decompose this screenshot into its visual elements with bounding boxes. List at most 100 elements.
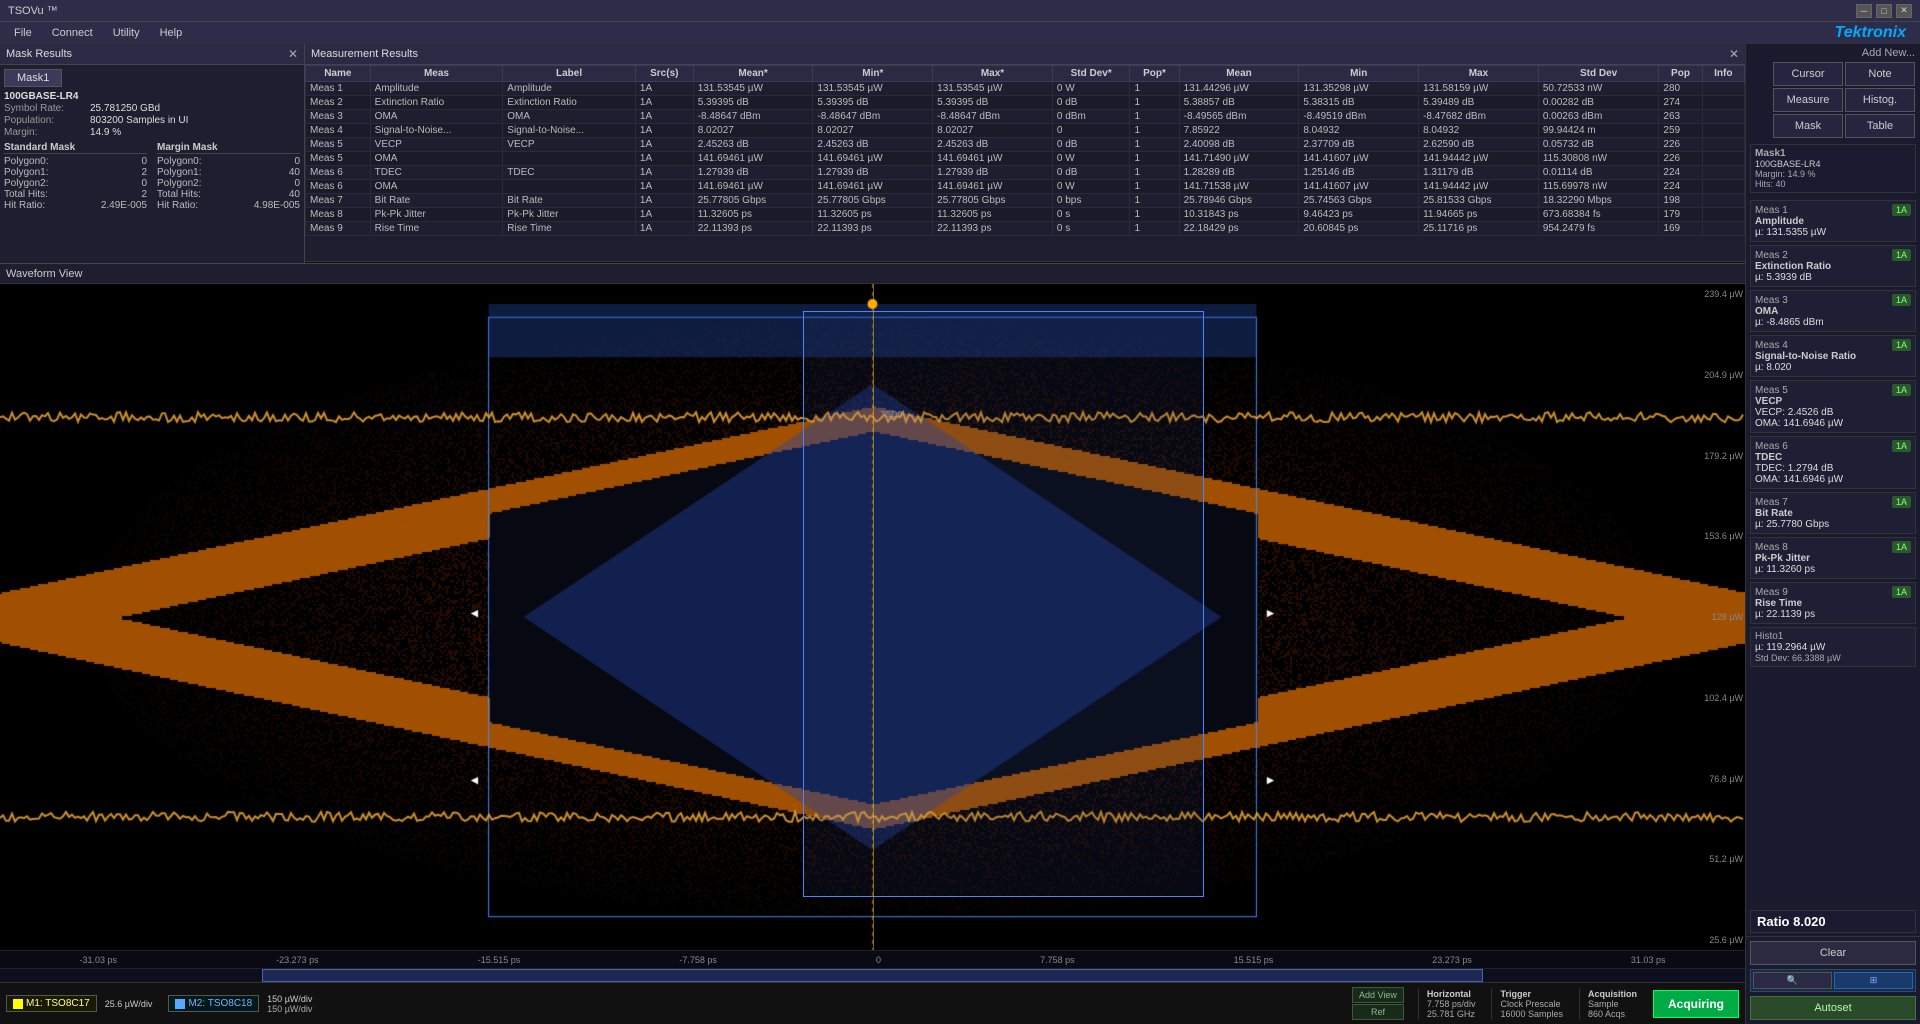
measurement-results-close[interactable]: ✕ bbox=[1729, 47, 1739, 61]
minimize-button[interactable]: ─ bbox=[1856, 4, 1872, 18]
histo-card[interactable]: Histo1 µ: 119.2964 µW Std Dev: 66.3388 µ… bbox=[1750, 627, 1916, 667]
maximize-button[interactable]: □ bbox=[1876, 4, 1892, 18]
table-cell-0-11: 131.58159 µW bbox=[1419, 82, 1539, 96]
symbol-rate-value: 25.781250 GBd bbox=[90, 103, 160, 114]
meas-card-id-0: Meas 1 bbox=[1755, 205, 1788, 216]
meas-card-id-1: Meas 2 bbox=[1755, 250, 1788, 261]
table-cell-10-4: 22.11393 ps bbox=[693, 222, 813, 236]
table-cell-9-2: Pk-Pk Jitter bbox=[503, 208, 636, 222]
table-cell-2-12: 0.00263 dBm bbox=[1538, 110, 1659, 124]
table-cell-1-5: 5.39395 dB bbox=[813, 96, 933, 110]
table-cell-9-10: 9.46423 ps bbox=[1299, 208, 1419, 222]
poly2-val-std: 0 bbox=[141, 178, 147, 189]
table-button[interactable]: Table bbox=[1845, 114, 1915, 138]
ch2-color-indicator bbox=[175, 999, 185, 1009]
zoom-btn-1[interactable]: 🔍 bbox=[1753, 972, 1832, 989]
col-name: Name bbox=[306, 66, 371, 82]
table-cell-7-0: Meas 6 bbox=[306, 180, 371, 194]
table-cell-10-2: Rise Time bbox=[503, 222, 636, 236]
table-cell-2-1: OMA bbox=[370, 110, 503, 124]
meas-card-0[interactable]: Meas 11AAmplitudeµ: 131.5355 µW bbox=[1750, 200, 1916, 242]
meas-card-5[interactable]: Meas 61ATDECTDEC: 1.2794 dB OMA: 141.694… bbox=[1750, 436, 1916, 489]
overview-bar[interactable] bbox=[0, 968, 1745, 982]
acquisition-title: Acquisition bbox=[1588, 989, 1637, 999]
histog-button[interactable]: Histog. bbox=[1845, 88, 1915, 112]
population-value: 803200 Samples in UI bbox=[90, 115, 188, 126]
col-min: Min bbox=[1299, 66, 1419, 82]
meas-value-8: µ: 22.1139 ps bbox=[1755, 609, 1911, 620]
ref-button[interactable]: Ref bbox=[1352, 1004, 1404, 1020]
table-cell-3-9: 7.85922 bbox=[1179, 124, 1299, 138]
meas-card-6[interactable]: Meas 71ABit Rateµ: 25.7780 Gbps bbox=[1750, 492, 1916, 534]
channel-2-chip[interactable]: M2: TSO8C18 bbox=[168, 995, 259, 1012]
table-row[interactable]: Meas 8Pk-Pk JitterPk-Pk Jitter1A11.32605… bbox=[306, 208, 1745, 222]
meas-badge-7: 1A bbox=[1892, 541, 1911, 553]
table-row[interactable]: Meas 3OMAOMA1A-8.48647 dBm-8.48647 dBm-8… bbox=[306, 110, 1745, 124]
menu-utility[interactable]: Utility bbox=[103, 25, 150, 41]
table-cell-7-14 bbox=[1702, 180, 1744, 194]
table-cell-5-1: OMA bbox=[370, 152, 503, 166]
mask1-tab[interactable]: Mask1 bbox=[4, 69, 62, 87]
waveform-canvas[interactable]: 239.4 µW204.9 µW179.2 µW153.6 µW128 µW10… bbox=[0, 284, 1745, 950]
table-row[interactable]: Meas 4Signal-to-Noise...Signal-to-Noise.… bbox=[306, 124, 1745, 138]
zoom-buttons: 🔍 ⊞ bbox=[1753, 972, 1913, 989]
table-row[interactable]: Meas 7Bit RateBit Rate1A25.77805 Gbps25.… bbox=[306, 194, 1745, 208]
zoom-btn-active[interactable]: ⊞ bbox=[1834, 972, 1913, 989]
add-view-button[interactable]: Add View bbox=[1352, 987, 1404, 1003]
table-cell-5-14 bbox=[1702, 152, 1744, 166]
meas-card-7[interactable]: Meas 81APk-Pk Jitterµ: 11.3260 ps bbox=[1750, 537, 1916, 579]
meas-card-4[interactable]: Meas 51AVECPVECP: 2.4526 dB OMA: 141.694… bbox=[1750, 380, 1916, 433]
meas-card-3[interactable]: Meas 41ASignal-to-Noise Ratioµ: 8.020 bbox=[1750, 335, 1916, 377]
top-row: Mask Results ✕ Mask1 100GBASE-LR4 Symbol… bbox=[0, 44, 1745, 264]
table-row[interactable]: Meas 5VECPVECP1A2.45263 dB2.45263 dB2.45… bbox=[306, 138, 1745, 152]
ch2-name: M2: TSO8C18 bbox=[188, 998, 252, 1009]
menu-help[interactable]: Help bbox=[150, 25, 193, 41]
meas-card-2[interactable]: Meas 31AOMAµ: -8.4865 dBm bbox=[1750, 290, 1916, 332]
menu-connect[interactable]: Connect bbox=[42, 25, 103, 41]
table-row[interactable]: Meas 6TDECTDEC1A1.27939 dB1.27939 dB1.27… bbox=[306, 166, 1745, 180]
table-cell-10-9: 22.18429 ps bbox=[1179, 222, 1299, 236]
meas-scrollbar[interactable] bbox=[305, 261, 1745, 263]
table-cell-1-2: Extinction Ratio bbox=[503, 96, 636, 110]
meas-card-1[interactable]: Meas 21AExtinction Ratioµ: 5.3939 dB bbox=[1750, 245, 1916, 287]
acquiring-button[interactable]: Acquiring bbox=[1653, 990, 1739, 1018]
note-button[interactable]: Note bbox=[1845, 62, 1915, 86]
mask-results-close[interactable]: ✕ bbox=[288, 47, 298, 61]
table-cell-10-14 bbox=[1702, 222, 1744, 236]
table-row[interactable]: Meas 9Rise TimeRise Time1A22.11393 ps22.… bbox=[306, 222, 1745, 236]
meas-card-id-5: Meas 6 bbox=[1755, 441, 1788, 452]
meas-card-8[interactable]: Meas 91ARise Timeµ: 22.1139 ps bbox=[1750, 582, 1916, 624]
table-cell-4-2: VECP bbox=[503, 138, 636, 152]
meas-title-2: OMA bbox=[1755, 306, 1911, 317]
table-cell-4-11: 2.62590 dB bbox=[1419, 138, 1539, 152]
table-cell-3-12: 99.94424 m bbox=[1538, 124, 1659, 138]
autoset-button[interactable]: Autoset bbox=[1750, 996, 1916, 1020]
table-cell-7-5: 141.69461 µW bbox=[813, 180, 933, 194]
time-label-2: -15.515 ps bbox=[478, 955, 521, 965]
table-cell-6-5: 1.27939 dB bbox=[813, 166, 933, 180]
mask-button-right[interactable]: Mask bbox=[1773, 114, 1843, 138]
close-button[interactable]: ✕ bbox=[1896, 4, 1912, 18]
table-cell-10-13: 169 bbox=[1659, 222, 1702, 236]
table-row[interactable]: Meas 6OMA1A141.69461 µW141.69461 µW141.6… bbox=[306, 180, 1745, 194]
table-row[interactable]: Meas 5OMA1A141.69461 µW141.69461 µW141.6… bbox=[306, 152, 1745, 166]
cursor-button[interactable]: Cursor bbox=[1773, 62, 1843, 86]
table-cell-3-3: 1A bbox=[635, 124, 693, 138]
table-row[interactable]: Meas 2Extinction RatioExtinction Ratio1A… bbox=[306, 96, 1745, 110]
table-cell-9-9: 10.31843 ps bbox=[1179, 208, 1299, 222]
meas-table-container[interactable]: Name Meas Label Src(s) Mean* Min* Max* S… bbox=[305, 65, 1745, 261]
channel-1-chip[interactable]: M1: TSO8C17 bbox=[6, 995, 97, 1012]
menu-file[interactable]: File bbox=[4, 25, 42, 41]
table-row[interactable]: Meas 1AmplitudeAmplitude1A131.53545 µW13… bbox=[306, 82, 1745, 96]
trigger-title: Trigger bbox=[1500, 989, 1563, 999]
table-cell-7-3: 1A bbox=[635, 180, 693, 194]
table-cell-7-13: 224 bbox=[1659, 180, 1702, 194]
table-cell-7-6: 141.69461 µW bbox=[933, 180, 1053, 194]
clear-button[interactable]: Clear bbox=[1750, 941, 1916, 965]
measure-button[interactable]: Measure bbox=[1773, 88, 1843, 112]
table-cell-0-14 bbox=[1702, 82, 1744, 96]
histo-value: µ: 119.2964 µW bbox=[1755, 642, 1911, 653]
table-cell-5-5: 141.69461 µW bbox=[813, 152, 933, 166]
table-cell-0-5: 131.53545 µW bbox=[813, 82, 933, 96]
table-cell-3-1: Signal-to-Noise... bbox=[370, 124, 503, 138]
